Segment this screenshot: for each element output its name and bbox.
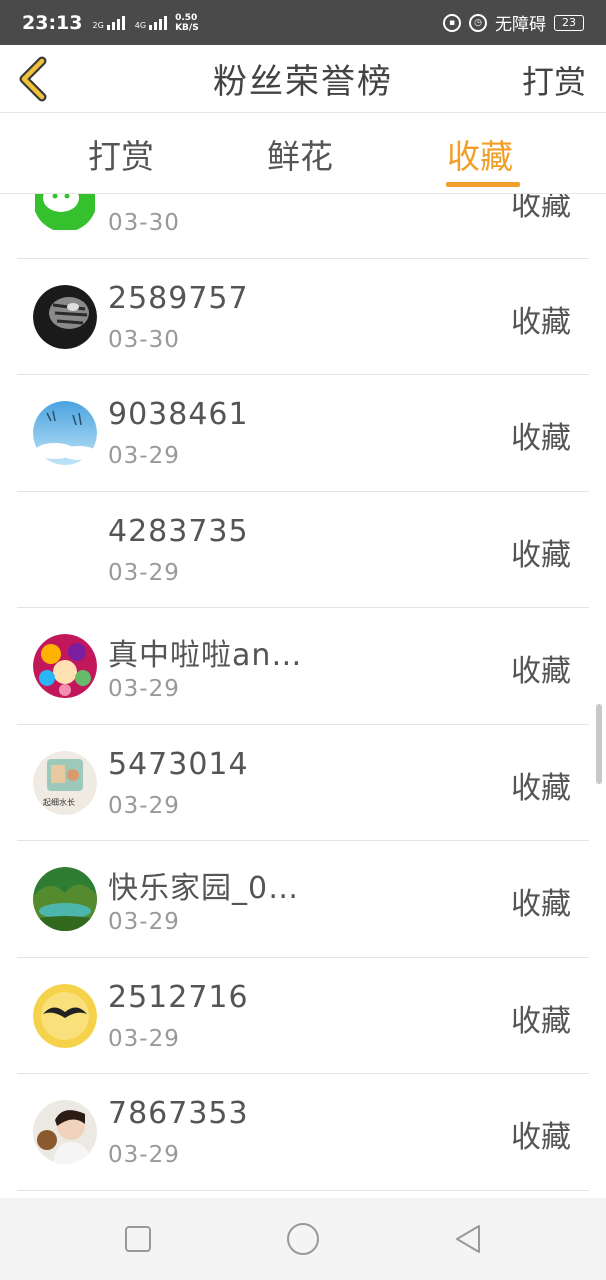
signal-2g-icon: 2G bbox=[92, 15, 125, 30]
collect-date: 03-29 bbox=[108, 1142, 180, 1168]
tab-bar: 打赏 鲜花 收藏 bbox=[0, 114, 606, 194]
user-name: 真中啦啦an… bbox=[108, 638, 303, 673]
status-time: 23:13 bbox=[22, 11, 83, 34]
reward-button[interactable]: 打赏 bbox=[522, 57, 586, 103]
tiger-avatar-image bbox=[33, 284, 97, 349]
collect-date: 03-30 bbox=[108, 210, 180, 236]
title-bar: 粉丝荣誉榜 打赏 bbox=[0, 45, 606, 113]
action-label: 收藏 bbox=[511, 1003, 571, 1039]
fan-list[interactable]: 3726448 03-30 收藏 2589757 03-30 收藏 bbox=[0, 194, 606, 1198]
page-title: 粉丝荣誉榜 bbox=[213, 62, 393, 102]
avatar bbox=[33, 634, 97, 698]
status-bar: 23:13 2G 4G 0.50 KB/S ▪ ◷ 无障碍 23 bbox=[0, 0, 606, 45]
collect-date: 03-29 bbox=[108, 559, 180, 586]
avatar bbox=[33, 518, 97, 582]
battery-icon: 23 bbox=[554, 14, 584, 31]
action-label: 收藏 bbox=[511, 770, 571, 806]
avatar bbox=[33, 194, 97, 232]
collect-date: 03-29 bbox=[108, 443, 180, 469]
action-label: 收藏 bbox=[511, 304, 571, 340]
sky-avatar-image bbox=[33, 401, 97, 465]
accessibility-label: 无障碍 bbox=[495, 15, 546, 35]
collect-date: 03-29 bbox=[108, 909, 180, 935]
action-label: 收藏 bbox=[511, 1120, 571, 1155]
collect-date: 03-30 bbox=[108, 326, 180, 353]
network-speed: 0.50 KB/S bbox=[175, 13, 199, 33]
collect-date: 03-29 bbox=[108, 1025, 180, 1052]
tab-active-indicator bbox=[446, 182, 520, 187]
net-4g-label: 4G bbox=[134, 20, 147, 30]
avatar-caption: 起细水长 bbox=[43, 797, 75, 807]
avatar: 起细水长 bbox=[33, 750, 97, 815]
action-label: 收藏 bbox=[511, 194, 571, 223]
alarm-icon: ◷ bbox=[469, 13, 487, 32]
list-item[interactable]: 真中啦啦an… 03-29 收藏 bbox=[17, 608, 589, 725]
collect-date: 03-29 bbox=[108, 792, 180, 819]
list-item[interactable]: 2512716 03-29 收藏 bbox=[17, 958, 589, 1074]
list-item[interactable]: 9038461 03-29 收藏 bbox=[17, 375, 589, 492]
user-name: 5473014 bbox=[108, 746, 249, 782]
tab-reward[interactable]: 打赏 bbox=[88, 130, 154, 178]
home-icon[interactable] bbox=[286, 1222, 320, 1256]
list-item[interactable]: 3726448 03-30 收藏 bbox=[17, 194, 589, 259]
anime-avatar-image bbox=[33, 634, 97, 698]
list-item[interactable]: 快乐家园_0… 03-29 收藏 bbox=[17, 841, 589, 958]
avatar bbox=[33, 1100, 97, 1164]
action-label: 收藏 bbox=[511, 654, 571, 689]
user-name: 7867353 bbox=[108, 1096, 249, 1131]
action-label: 收藏 bbox=[511, 421, 571, 456]
avatar bbox=[33, 401, 97, 465]
lock-icon: ▪ bbox=[443, 13, 461, 32]
tab-flowers[interactable]: 鲜花 bbox=[267, 130, 333, 178]
user-name: 2589757 bbox=[108, 280, 249, 316]
user-name: 3726448 bbox=[108, 194, 249, 199]
list-item[interactable]: 7867353 03-29 收藏 bbox=[17, 1074, 589, 1191]
net-2g-label: 2G bbox=[92, 20, 104, 30]
landscape-avatar-image bbox=[33, 867, 97, 931]
speed-value: 0.50 bbox=[175, 12, 198, 23]
scrollbar[interactable] bbox=[596, 704, 602, 784]
signal-4g-icon: 4G bbox=[134, 15, 168, 30]
wechat-icon bbox=[35, 194, 95, 230]
user-name: 9038461 bbox=[108, 397, 249, 432]
battery-level: 23 bbox=[562, 16, 576, 29]
collect-date: 03-29 bbox=[108, 676, 180, 702]
list-item[interactable]: 2589757 03-30 收藏 bbox=[17, 259, 589, 375]
action-label: 收藏 bbox=[511, 537, 571, 573]
mustache-avatar-image bbox=[33, 983, 97, 1048]
avatar bbox=[33, 867, 97, 931]
user-name: 4283735 bbox=[108, 513, 249, 549]
avatar bbox=[33, 983, 97, 1048]
speed-unit: KB/S bbox=[175, 22, 199, 33]
back-icon[interactable] bbox=[452, 1222, 486, 1256]
tab-collect[interactable]: 收藏 bbox=[447, 130, 513, 178]
list-item[interactable]: 起细水长 5473014 03-29 收藏 bbox=[17, 725, 589, 841]
back-arrow-icon[interactable] bbox=[14, 55, 54, 103]
user-name: 2512716 bbox=[108, 979, 249, 1015]
person-avatar-image bbox=[33, 1100, 97, 1164]
system-nav-bar bbox=[0, 1198, 606, 1280]
avatar bbox=[33, 284, 97, 349]
recent-apps-icon[interactable] bbox=[121, 1222, 155, 1256]
action-label: 收藏 bbox=[511, 887, 571, 922]
list-item[interactable]: 4283735 03-29 收藏 bbox=[17, 492, 589, 608]
user-name: 快乐家园_0… bbox=[108, 871, 300, 906]
